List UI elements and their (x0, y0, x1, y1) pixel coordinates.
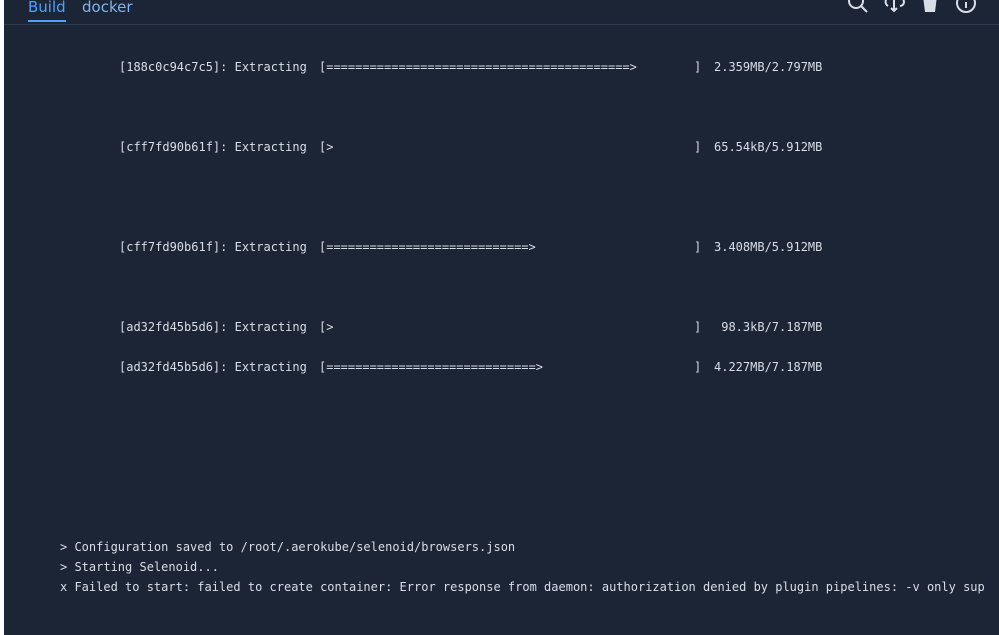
progress-bar-text: [============================> (319, 240, 536, 254)
progress-line: [ad32fd45b5d6]: Extracting [============… (119, 359, 822, 375)
log-line: > Configuration saved to /root/.aerokube… (60, 540, 516, 554)
progress-bar-close: ] (694, 140, 702, 154)
delete-icon[interactable] (919, 0, 941, 14)
progress-bar-text: [=============================> (319, 360, 543, 374)
terminal-output: [188c0c94c7c5]: Extracting [============… (4, 25, 999, 635)
layer-prefix: [ad32fd45b5d6]: Extracting (119, 320, 307, 334)
progress-bar-close: ] (694, 360, 702, 374)
progress-bar-text: [=======================================… (319, 60, 637, 74)
tab-build[interactable]: Build (28, 0, 66, 22)
progress-line: [cff7fd90b61f]: Extracting [> ] 65.54kB/… (119, 139, 822, 155)
progress-size: 3.408MB/5.912MB (714, 240, 823, 254)
toolbar (847, 0, 977, 14)
progress-size: 4.227MB/7.187MB (714, 360, 823, 374)
progress-bar-close: ] (694, 240, 702, 254)
download-icon[interactable] (883, 0, 905, 14)
progress-bar-close: ] (694, 320, 702, 334)
progress-line: [cff7fd90b61f]: Extracting [============… (119, 239, 822, 255)
build-log-panel: Build docker [188c0c94c7c5]: Extracting … (4, 0, 999, 635)
progress-line: [ad32fd45b5d6]: Extracting [> ] 98.3kB/7… (119, 319, 822, 335)
progress-size: 98.3kB/7.187MB (714, 320, 823, 334)
log-line: > Starting Selenoid... (60, 560, 219, 574)
progress-line: [188c0c94c7c5]: Extracting [============… (119, 59, 822, 75)
progress-size: 2.359MB/2.797MB (714, 60, 823, 74)
error-log-line: x Failed to start: failed to create cont… (60, 580, 985, 594)
search-icon[interactable] (847, 0, 869, 14)
layer-prefix: [cff7fd90b61f]: Extracting (119, 240, 307, 254)
layer-prefix: [ad32fd45b5d6]: Extracting (119, 360, 307, 374)
progress-size: 65.54kB/5.912MB (714, 140, 823, 154)
info-icon[interactable] (955, 0, 977, 14)
progress-bar-text: [> (319, 140, 334, 154)
layer-prefix: [cff7fd90b61f]: Extracting (119, 140, 307, 154)
layer-prefix: [188c0c94c7c5]: Extracting (119, 60, 307, 74)
progress-bar-close: ] (694, 60, 702, 74)
progress-bar-text: [> (319, 320, 334, 334)
tab-bar: Build docker (4, 0, 999, 25)
tab-docker[interactable]: docker (82, 0, 133, 18)
